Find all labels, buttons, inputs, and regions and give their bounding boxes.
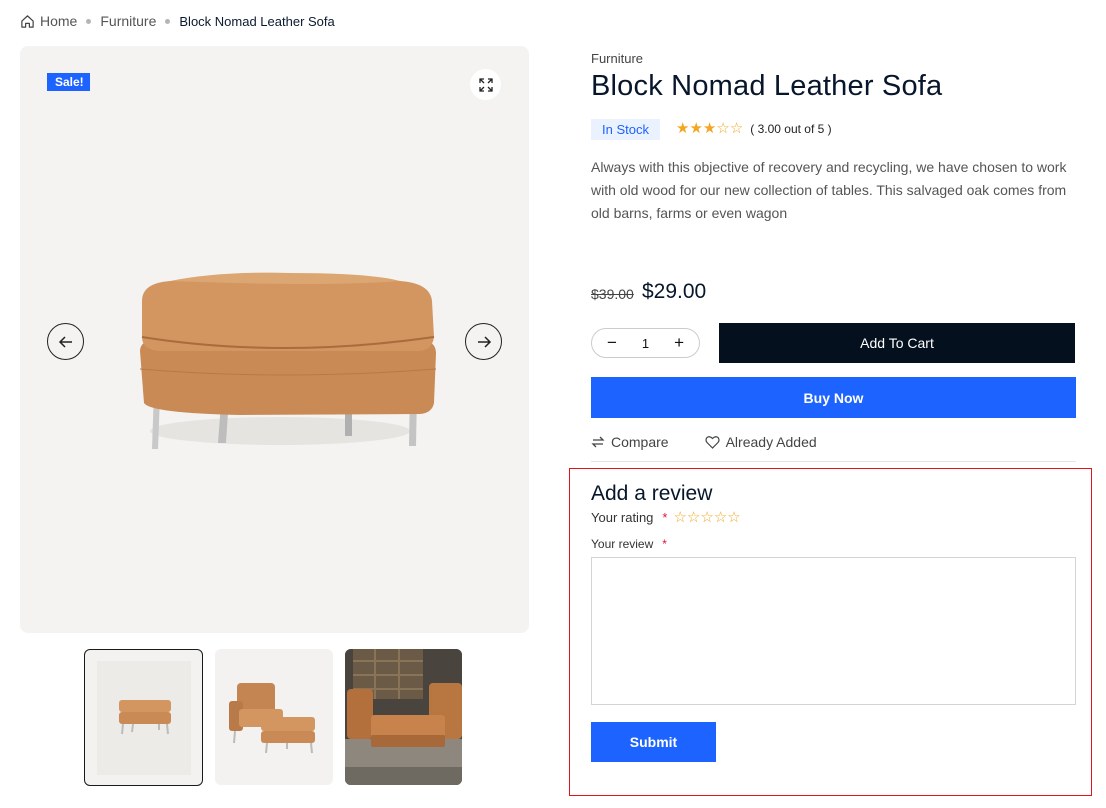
submit-review-button[interactable]: Submit [591, 722, 716, 762]
previous-image-button[interactable] [47, 323, 84, 360]
star-rate-4-icon[interactable]: ☆ [714, 510, 727, 525]
star-filled-icon: ★ [676, 120, 690, 137]
thumbnail-chair-with-ottoman[interactable] [215, 649, 333, 785]
increase-quantity-button[interactable]: + [669, 333, 689, 353]
quantity-value[interactable]: 1 [642, 336, 649, 351]
star-rate-5-icon[interactable]: ☆ [727, 510, 740, 525]
arrow-left-icon [58, 335, 72, 348]
add-review-section: Add a review Your rating * ☆ ☆ ☆ ☆ ☆ You… [569, 468, 1092, 796]
heart-icon [704, 436, 720, 449]
compare-icon [591, 436, 605, 448]
product-title: Block Nomad Leather Sofa [591, 70, 943, 102]
thumbnail-living-room[interactable] [345, 649, 462, 785]
expand-icon [478, 77, 493, 92]
price-sale: $29.00 [642, 280, 707, 303]
breadcrumb-separator [165, 18, 171, 24]
review-textarea[interactable] [591, 557, 1076, 705]
star-rate-2-icon[interactable]: ☆ [687, 510, 700, 525]
thumbnail-list [84, 649, 462, 786]
star-rate-1-icon[interactable]: ☆ [673, 510, 686, 525]
home-icon [21, 14, 34, 28]
review-title: Add a review [591, 482, 713, 505]
arrow-right-icon [477, 335, 491, 348]
star-empty-icon: ☆ [729, 120, 744, 137]
price-original: $39.00 [591, 286, 634, 302]
star-rate-3-icon[interactable]: ☆ [700, 510, 713, 525]
star-filled-icon: ★ [689, 120, 703, 137]
rating-input: ☆ ☆ ☆ ☆ ☆ [673, 510, 740, 525]
rating-label: Your rating [591, 510, 654, 525]
decrease-quantity-button[interactable]: − [602, 333, 622, 353]
product-rating: ★ ★ ★ ☆ ☆ ( 3.00 out of 5 ) [676, 121, 832, 137]
wishlist-label[interactable]: Already Added [726, 434, 817, 450]
review-field: Your review * [591, 537, 667, 551]
breadcrumb: Home Furniture Block Nomad Leather Sofa [20, 13, 335, 29]
breadcrumb-current: Block Nomad Leather Sofa [179, 13, 335, 29]
required-mark: * [662, 537, 667, 551]
breadcrumb-home-label[interactable]: Home [40, 13, 77, 29]
breadcrumb-home[interactable]: Home [20, 13, 77, 29]
sale-badge: Sale! [47, 73, 90, 91]
zoom-button[interactable] [470, 69, 501, 100]
wishlist-button[interactable]: Already Added [704, 434, 817, 450]
thumbnail-ottoman[interactable] [84, 649, 203, 786]
compare-button[interactable]: Compare [591, 434, 669, 450]
add-to-cart-button[interactable]: Add To Cart [719, 323, 1075, 363]
quantity-stepper: − 1 + [591, 328, 700, 358]
stock-badge: In Stock [591, 119, 660, 140]
review-label: Your review [591, 537, 654, 551]
ottoman-image [139, 272, 437, 449]
star-empty-icon: ☆ [716, 120, 730, 137]
star-filled-icon: ★ [702, 120, 717, 137]
next-image-button[interactable] [465, 323, 502, 360]
rating-field: Your rating * ☆ ☆ ☆ ☆ ☆ [591, 510, 741, 525]
rating-text: ( 3.00 out of 5 ) [750, 122, 832, 136]
buy-now-button[interactable]: Buy Now [591, 377, 1076, 418]
breadcrumb-separator [86, 18, 92, 24]
divider [591, 461, 1076, 462]
product-main-image[interactable]: Sale! [20, 46, 529, 633]
product-category[interactable]: Furniture [591, 51, 643, 66]
product-description: Always with this objective of recovery a… [591, 159, 1067, 221]
breadcrumb-category[interactable]: Furniture [100, 13, 156, 29]
required-mark: * [662, 510, 668, 525]
product-actions: Compare Already Added [591, 434, 817, 450]
compare-label[interactable]: Compare [611, 434, 669, 450]
